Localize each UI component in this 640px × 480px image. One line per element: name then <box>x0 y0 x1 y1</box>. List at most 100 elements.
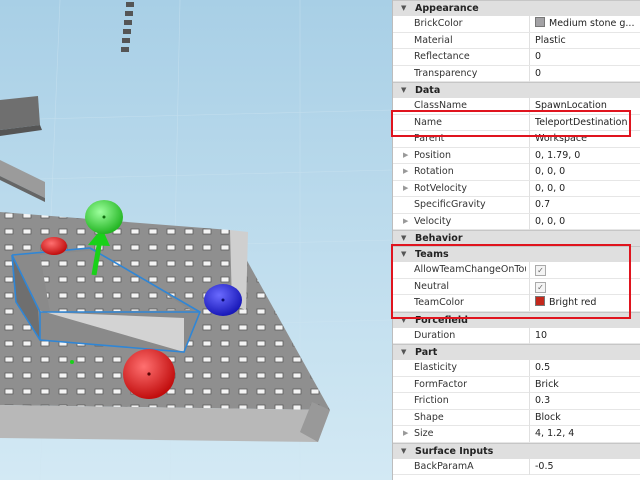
category-part[interactable]: ▼ Part <box>393 344 640 360</box>
property-value[interactable]: 0 <box>535 66 639 81</box>
property-name: Position <box>414 149 451 161</box>
property-row-velocity[interactable]: ▶ Velocity 0, 0, 0 <box>393 213 640 230</box>
category-behavior[interactable]: ▼ Behavior <box>393 230 640 246</box>
property-value[interactable]: 10 <box>535 328 639 343</box>
property-row-specificgravity[interactable]: SpecificGravity 0.7 <box>393 197 640 214</box>
property-name: RotVelocity <box>414 182 467 194</box>
property-value[interactable]: -0.5 <box>535 459 639 474</box>
collapse-triangle-icon[interactable]: ▼ <box>401 444 406 459</box>
category-forcefield[interactable]: ▼ Forcefield <box>393 311 640 328</box>
3d-viewport[interactable] <box>0 0 392 480</box>
property-value[interactable]: 0.5 <box>535 360 639 375</box>
property-value[interactable]: 0, 0, 0 <box>535 181 639 196</box>
property-name: Friction <box>414 395 449 406</box>
property-value-text: TeleportDestination <box>535 116 628 128</box>
category-data[interactable]: ▼ Data <box>393 82 640 98</box>
property-row-size[interactable]: ▶ Size 4, 1.2, 4 <box>393 426 640 443</box>
property-name: Velocity <box>414 215 452 227</box>
property-row-brickcolor[interactable]: BrickColor Medium stone g... <box>393 16 640 33</box>
property-value-text: 0, 1.79, 0 <box>535 149 581 161</box>
property-row-backparama[interactable]: BackParamA -0.5 <box>393 458 640 475</box>
collapse-triangle-icon[interactable]: ▼ <box>401 345 406 360</box>
property-row-material[interactable]: Material Plastic <box>393 32 640 49</box>
column-divider <box>529 164 530 180</box>
property-name: Rotation <box>414 166 454 177</box>
column-divider <box>529 458 530 475</box>
column-divider <box>529 295 530 311</box>
property-row-reflectance[interactable]: Reflectance 0 <box>393 49 640 66</box>
red-handle-back[interactable] <box>41 237 67 255</box>
property-row-friction[interactable]: Friction 0.3 <box>393 393 640 410</box>
property-name: Name <box>414 116 443 128</box>
property-row-parent[interactable]: Parent Workspace <box>393 131 640 148</box>
property-name: Neutral <box>414 280 450 292</box>
property-value[interactable]: 0, 1.79, 0 <box>535 148 639 163</box>
checkbox-checked-icon[interactable]: ✓ <box>535 265 546 276</box>
column-divider <box>529 16 530 32</box>
expand-triangle-icon[interactable]: ▶ <box>403 181 408 196</box>
property-value-text: Block <box>535 411 561 423</box>
category-appearance[interactable]: ▼ Appearance <box>393 0 640 16</box>
property-row-rotation[interactable]: ▶ Rotation 0, 0, 0 <box>393 164 640 181</box>
property-value-text: SpawnLocation <box>535 100 607 111</box>
expand-triangle-icon[interactable]: ▶ <box>403 164 408 179</box>
property-name: ClassName <box>414 100 468 111</box>
property-row-name[interactable]: Name TeleportDestination <box>393 114 640 131</box>
property-value[interactable]: TeleportDestination <box>535 115 639 130</box>
property-value[interactable]: Medium stone g... <box>535 16 639 31</box>
expand-triangle-icon[interactable]: ▶ <box>403 148 408 163</box>
column-divider <box>529 180 530 197</box>
property-value[interactable]: 0, 0, 0 <box>535 214 639 229</box>
property-row-classname[interactable]: ClassName SpawnLocation <box>393 98 640 115</box>
property-value[interactable]: Block <box>535 410 639 425</box>
property-row-formfactor[interactable]: FormFactor Brick <box>393 376 640 393</box>
property-row-rotvelocity[interactable]: ▶ RotVelocity 0, 0, 0 <box>393 180 640 197</box>
category-teams[interactable]: ▼ Teams <box>393 246 640 262</box>
collapse-triangle-icon[interactable]: ▼ <box>401 247 406 262</box>
property-value[interactable]: SpawnLocation <box>535 98 639 113</box>
property-value[interactable]: 0 <box>535 49 639 64</box>
property-row-transparency[interactable]: Transparency 0 <box>393 65 640 82</box>
property-value[interactable]: Bright red <box>535 295 639 310</box>
property-value-text: Plastic <box>535 34 566 46</box>
checkbox-checked-icon[interactable]: ✓ <box>535 281 546 293</box>
property-row-teamcolor[interactable]: TeamColor Bright red <box>393 295 640 312</box>
property-value[interactable]: 4, 1.2, 4 <box>535 426 639 441</box>
property-row-position[interactable]: ▶ Position 0, 1.79, 0 <box>393 147 640 164</box>
property-row-allowteamchangeontouch[interactable]: AllowTeamChangeOnTouch ✓ <box>393 262 640 279</box>
property-value[interactable]: Brick <box>535 377 639 392</box>
property-value-text: Workspace <box>535 133 587 144</box>
collapse-triangle-icon[interactable]: ▼ <box>401 231 406 246</box>
property-value[interactable]: Workspace <box>535 131 639 146</box>
column-divider <box>529 426 530 442</box>
color-swatch <box>535 296 545 306</box>
property-value[interactable]: ✓ <box>535 279 639 294</box>
column-divider <box>529 197 530 213</box>
property-value[interactable]: 0.7 <box>535 197 639 212</box>
property-value[interactable]: ✓ <box>535 262 639 277</box>
property-value-text: 4, 1.2, 4 <box>535 428 575 439</box>
collapse-triangle-icon[interactable]: ▼ <box>401 83 406 98</box>
column-divider <box>529 376 530 393</box>
category-label: Data <box>415 85 441 96</box>
property-row-neutral[interactable]: Neutral ✓ <box>393 278 640 295</box>
collapse-triangle-icon[interactable]: ▼ <box>401 1 406 16</box>
property-name: Shape <box>414 411 444 423</box>
expand-triangle-icon[interactable]: ▶ <box>403 214 408 229</box>
property-value-text: 0.3 <box>535 395 551 406</box>
category-label: Surface Inputs <box>415 445 494 457</box>
scene[interactable] <box>0 0 392 480</box>
property-name: BrickColor <box>414 18 463 29</box>
property-value-text: Brick <box>535 378 559 390</box>
property-row-duration[interactable]: Duration 10 <box>393 327 640 344</box>
category-surface-inputs[interactable]: ▼ Surface Inputs <box>393 442 640 459</box>
property-name: Reflectance <box>414 51 470 62</box>
expand-triangle-icon[interactable]: ▶ <box>403 426 408 441</box>
collapse-triangle-icon[interactable]: ▼ <box>401 313 406 328</box>
property-row-shape[interactable]: Shape Block <box>393 409 640 426</box>
property-value[interactable]: Plastic <box>535 33 639 48</box>
property-value-text: 0 <box>535 51 542 62</box>
property-value[interactable]: 0.3 <box>535 393 639 408</box>
property-row-elasticity[interactable]: Elasticity 0.5 <box>393 360 640 377</box>
property-value[interactable]: 0, 0, 0 <box>535 164 639 179</box>
